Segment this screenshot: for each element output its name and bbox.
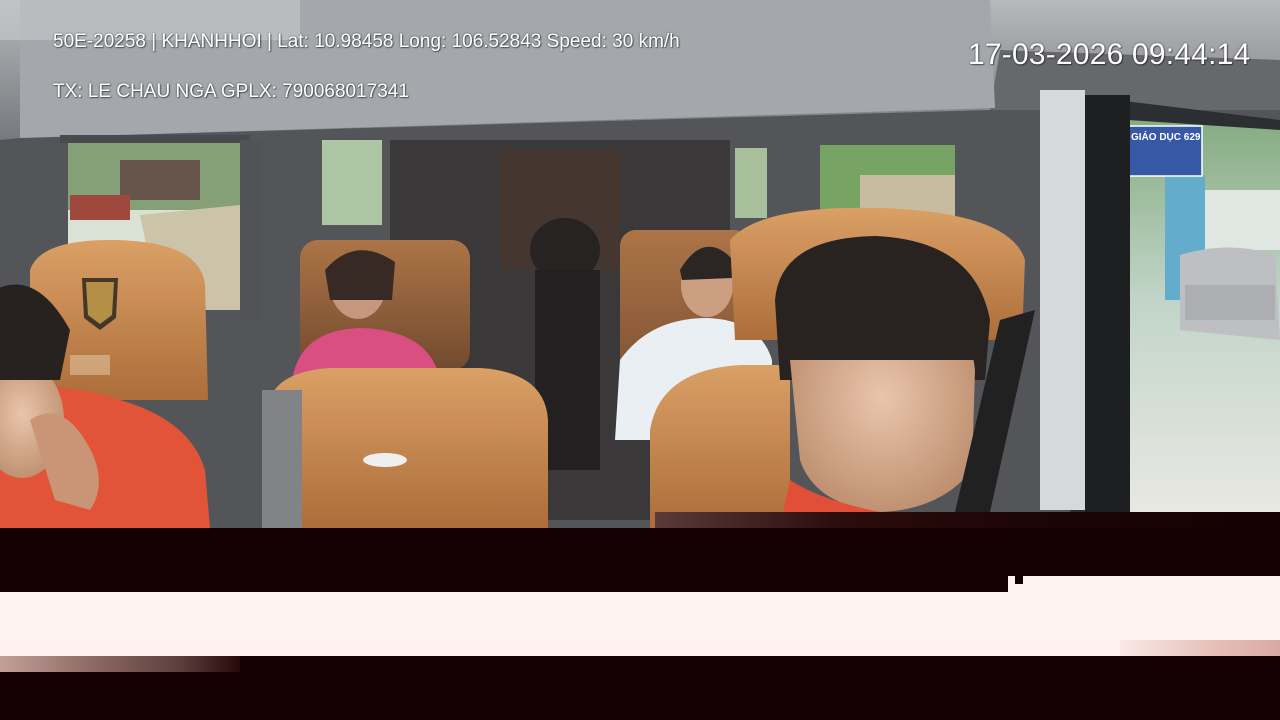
glitch-band xyxy=(0,672,1280,720)
school-sign-text: GIÁO DỤC 629 xyxy=(1131,132,1201,143)
camera-view: GIÁO DỤC 629 50E-20258 | KHANHHOI | Lat:… xyxy=(0,0,1280,528)
glitch-band xyxy=(0,592,1280,640)
timestamp-overlay: 17-03-2026 09:44:14 xyxy=(968,38,1251,71)
glitch-band xyxy=(1120,640,1280,656)
glitch-band xyxy=(1008,576,1280,592)
glitch-band xyxy=(240,656,1280,672)
glitch-band xyxy=(0,640,1280,656)
driver-info-overlay: TX: LE CHAU NGA GPLX: 790068017341 xyxy=(53,81,409,102)
glitch-band xyxy=(0,656,240,672)
glitch-band xyxy=(655,512,1280,528)
vehicle-info-overlay: 50E-20258 | KHANHHOI | Lat: 10.98458 Lon… xyxy=(53,31,680,52)
glitch-band xyxy=(0,528,1280,576)
dashcam-frame: GIÁO DỤC 629 50E-20258 | KHANHHOI | Lat:… xyxy=(0,0,1280,720)
glitch-band xyxy=(1015,576,1023,584)
cabin-scene xyxy=(0,0,1280,528)
